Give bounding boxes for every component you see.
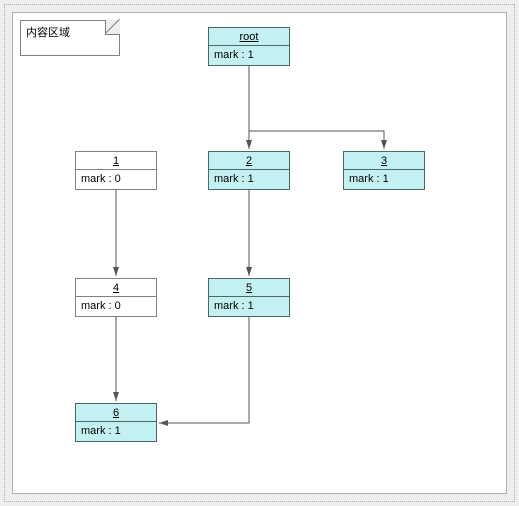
- node-title: 1: [76, 152, 156, 170]
- node-attr: mark : 1: [209, 297, 289, 316]
- note-fold-icon: [105, 20, 120, 35]
- node-3[interactable]: 3 mark : 1: [343, 151, 425, 190]
- edge-root-3: [249, 131, 384, 149]
- node-attr: mark : 1: [209, 46, 289, 65]
- node-attr: mark : 0: [76, 170, 156, 189]
- node-attr: mark : 1: [344, 170, 424, 189]
- node-title: 6: [76, 404, 156, 422]
- node-title: 5: [209, 279, 289, 297]
- node-2[interactable]: 2 mark : 1: [208, 151, 290, 190]
- node-title: 4: [76, 279, 156, 297]
- node-title: 2: [209, 152, 289, 170]
- node-4[interactable]: 4 mark : 0: [75, 278, 157, 317]
- node-6[interactable]: 6 mark : 1: [75, 403, 157, 442]
- node-title: root: [209, 28, 289, 46]
- note-label: 内容区域: [26, 27, 70, 39]
- content-area-note: 内容区域: [20, 20, 120, 56]
- edge-5-6: [159, 316, 249, 423]
- node-title: 3: [344, 152, 424, 170]
- node-5[interactable]: 5 mark : 1: [208, 278, 290, 317]
- node-1[interactable]: 1 mark : 0: [75, 151, 157, 190]
- diagram-canvas: 内容区域 root mark : 1 1 mark : 0 2 mark : 1…: [12, 12, 507, 494]
- node-root[interactable]: root mark : 1: [208, 27, 290, 66]
- node-attr: mark : 1: [209, 170, 289, 189]
- node-attr: mark : 1: [76, 422, 156, 441]
- node-attr: mark : 0: [76, 297, 156, 316]
